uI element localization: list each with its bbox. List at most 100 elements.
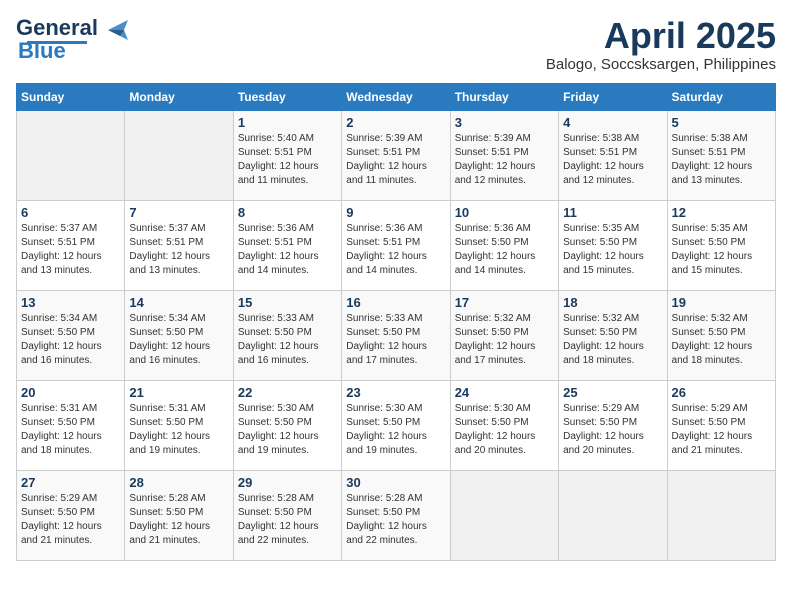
day-info: Sunrise: 5:29 AMSunset: 5:50 PMDaylight:… [672, 402, 771, 458]
day-header-saturday: Saturday [667, 83, 775, 110]
day-number: 13 [21, 295, 120, 310]
logo-text: General [16, 17, 98, 39]
day-number: 30 [346, 475, 445, 490]
day-cell: 10Sunrise: 5:36 AMSunset: 5:50 PMDayligh… [450, 200, 558, 290]
logo-blue-text: Blue [18, 38, 66, 63]
month-title: April 2025 [546, 16, 776, 56]
day-cell: 5 Sunrise: 5:38 AMSunset: 5:51 PMDaylight… [667, 110, 775, 200]
day-info: Sunrise: 5:37 AMSunset: 5:51 PMDaylight:… [129, 222, 228, 278]
calendar-table: SundayMondayTuesdayWednesdayThursdayFrid… [16, 83, 776, 561]
week-row-3: 13 Sunrise: 5:34 AMSunset: 5:50 PMDayligh… [17, 290, 776, 380]
day-number: 10 [455, 205, 554, 220]
day-cell: 30 Sunrise: 5:28 AMSunset: 5:50 PMDayligh… [342, 470, 450, 560]
day-number: 2 [346, 115, 445, 130]
day-number: 8 [238, 205, 337, 220]
day-info: Sunrise: 5:34 AMSunset: 5:50 PMDaylight:… [21, 312, 120, 368]
day-number: 15 [238, 295, 337, 310]
day-header-tuesday: Tuesday [233, 83, 341, 110]
day-info: Sunrise: 5:30 AMSunset: 5:50 PMDaylight:… [455, 402, 554, 458]
day-header-thursday: Thursday [450, 83, 558, 110]
day-number: 1 [238, 115, 337, 130]
day-cell: 20Sunrise: 5:31 AMSunset: 5:50 PMDayligh… [17, 380, 125, 470]
day-number: 18 [563, 295, 662, 310]
day-info: Sunrise: 5:39 AMSunset: 5:51 PMDaylight:… [455, 132, 554, 188]
day-number: 4 [563, 115, 662, 130]
day-cell: 26 Sunrise: 5:29 AMSunset: 5:50 PMDayligh… [667, 380, 775, 470]
day-cell: 27 Sunrise: 5:29 AMSunset: 5:50 PMDayligh… [17, 470, 125, 560]
day-number: 16 [346, 295, 445, 310]
day-header-wednesday: Wednesday [342, 83, 450, 110]
day-cell: 29Sunrise: 5:28 AMSunset: 5:50 PMDayligh… [233, 470, 341, 560]
day-cell: 3 Sunrise: 5:39 AMSunset: 5:51 PMDaylight… [450, 110, 558, 200]
day-cell: 14Sunrise: 5:34 AMSunset: 5:50 PMDayligh… [125, 290, 233, 380]
day-cell [559, 470, 667, 560]
day-cell: 13 Sunrise: 5:34 AMSunset: 5:50 PMDayligh… [17, 290, 125, 380]
day-cell: 17Sunrise: 5:32 AMSunset: 5:50 PMDayligh… [450, 290, 558, 380]
day-number: 26 [672, 385, 771, 400]
week-row-4: 20 Sunrise: 5:31 AMSunset: 5:50 PMDayligh… [17, 380, 776, 470]
week-row-1: 1 Sunrise: 5:40 AMSunset: 5:51 PMDaylight… [17, 110, 776, 200]
day-number: 21 [129, 385, 228, 400]
day-info: Sunrise: 5:28 AMSunset: 5:50 PMDaylight:… [346, 492, 445, 548]
day-info: Sunrise: 5:32 AMSunset: 5:50 PMDaylight:… [563, 312, 662, 368]
day-cell [125, 110, 233, 200]
day-cell: 12 Sunrise: 5:35 AMSunset: 5:50 PMDayligh… [667, 200, 775, 290]
day-cell: 1 Sunrise: 5:40 AMSunset: 5:51 PMDaylight… [233, 110, 341, 200]
week-row-2: 6 Sunrise: 5:37 AMSunset: 5:51 PMDaylight… [17, 200, 776, 290]
day-cell [450, 470, 558, 560]
day-number: 5 [672, 115, 771, 130]
logo: General Blue [16, 16, 132, 64]
day-cell: 2Sunrise: 5:39 AMSunset: 5:51 PMDaylight… [342, 110, 450, 200]
day-info: Sunrise: 5:36 AMSunset: 5:51 PMDaylight:… [238, 222, 337, 278]
logo-icon [104, 16, 132, 44]
day-number: 27 [21, 475, 120, 490]
day-number: 11 [563, 205, 662, 220]
day-info: Sunrise: 5:33 AMSunset: 5:50 PMDaylight:… [346, 312, 445, 368]
day-number: 17 [455, 295, 554, 310]
day-cell: 23 Sunrise: 5:30 AMSunset: 5:50 PMDayligh… [342, 380, 450, 470]
day-cell: 4 Sunrise: 5:38 AMSunset: 5:51 PMDaylight… [559, 110, 667, 200]
day-number: 14 [129, 295, 228, 310]
day-number: 28 [129, 475, 228, 490]
week-row-5: 27 Sunrise: 5:29 AMSunset: 5:50 PMDayligh… [17, 470, 776, 560]
day-number: 6 [21, 205, 120, 220]
day-header-monday: Monday [125, 83, 233, 110]
day-info: Sunrise: 5:33 AMSunset: 5:50 PMDaylight:… [238, 312, 337, 368]
day-info: Sunrise: 5:29 AMSunset: 5:50 PMDaylight:… [563, 402, 662, 458]
day-info: Sunrise: 5:29 AMSunset: 5:50 PMDaylight:… [21, 492, 120, 548]
day-info: Sunrise: 5:31 AMSunset: 5:50 PMDaylight:… [129, 402, 228, 458]
day-number: 22 [238, 385, 337, 400]
day-number: 23 [346, 385, 445, 400]
day-number: 20 [21, 385, 120, 400]
day-cell: 18 Sunrise: 5:32 AMSunset: 5:50 PMDayligh… [559, 290, 667, 380]
day-info: Sunrise: 5:30 AMSunset: 5:50 PMDaylight:… [238, 402, 337, 458]
day-cell [17, 110, 125, 200]
day-cell: 16 Sunrise: 5:33 AMSunset: 5:50 PMDayligh… [342, 290, 450, 380]
day-info: Sunrise: 5:30 AMSunset: 5:50 PMDaylight:… [346, 402, 445, 458]
day-info: Sunrise: 5:28 AMSunset: 5:50 PMDaylight:… [129, 492, 228, 548]
day-header-friday: Friday [559, 83, 667, 110]
day-info: Sunrise: 5:35 AMSunset: 5:50 PMDaylight:… [563, 222, 662, 278]
day-info: Sunrise: 5:35 AMSunset: 5:50 PMDaylight:… [672, 222, 771, 278]
day-number: 24 [455, 385, 554, 400]
day-number: 9 [346, 205, 445, 220]
day-cell: 15 Sunrise: 5:33 AMSunset: 5:50 PMDayligh… [233, 290, 341, 380]
day-cell: 28 Sunrise: 5:28 AMSunset: 5:50 PMDayligh… [125, 470, 233, 560]
day-cell: 8 Sunrise: 5:36 AMSunset: 5:51 PMDaylight… [233, 200, 341, 290]
day-info: Sunrise: 5:28 AMSunset: 5:50 PMDaylight:… [238, 492, 337, 548]
day-header-sunday: Sunday [17, 83, 125, 110]
day-cell: 19Sunrise: 5:32 AMSunset: 5:50 PMDayligh… [667, 290, 775, 380]
day-cell: 7Sunrise: 5:37 AMSunset: 5:51 PMDaylight… [125, 200, 233, 290]
day-cell: 24 Sunrise: 5:30 AMSunset: 5:50 PMDayligh… [450, 380, 558, 470]
day-number: 3 [455, 115, 554, 130]
day-info: Sunrise: 5:40 AMSunset: 5:51 PMDaylight:… [238, 132, 337, 188]
day-cell [667, 470, 775, 560]
title-block: April 2025 Balogo, Soccsksargen, Philipp… [546, 16, 776, 73]
day-number: 12 [672, 205, 771, 220]
day-info: Sunrise: 5:38 AMSunset: 5:51 PMDaylight:… [563, 132, 662, 188]
day-info: Sunrise: 5:32 AMSunset: 5:50 PMDaylight:… [672, 312, 771, 368]
day-info: Sunrise: 5:38 AMSunset: 5:51 PMDaylight:… [672, 132, 771, 188]
header-row: SundayMondayTuesdayWednesdayThursdayFrid… [17, 83, 776, 110]
day-cell: 9Sunrise: 5:36 AMSunset: 5:51 PMDaylight… [342, 200, 450, 290]
day-cell: 21 Sunrise: 5:31 AMSunset: 5:50 PMDayligh… [125, 380, 233, 470]
